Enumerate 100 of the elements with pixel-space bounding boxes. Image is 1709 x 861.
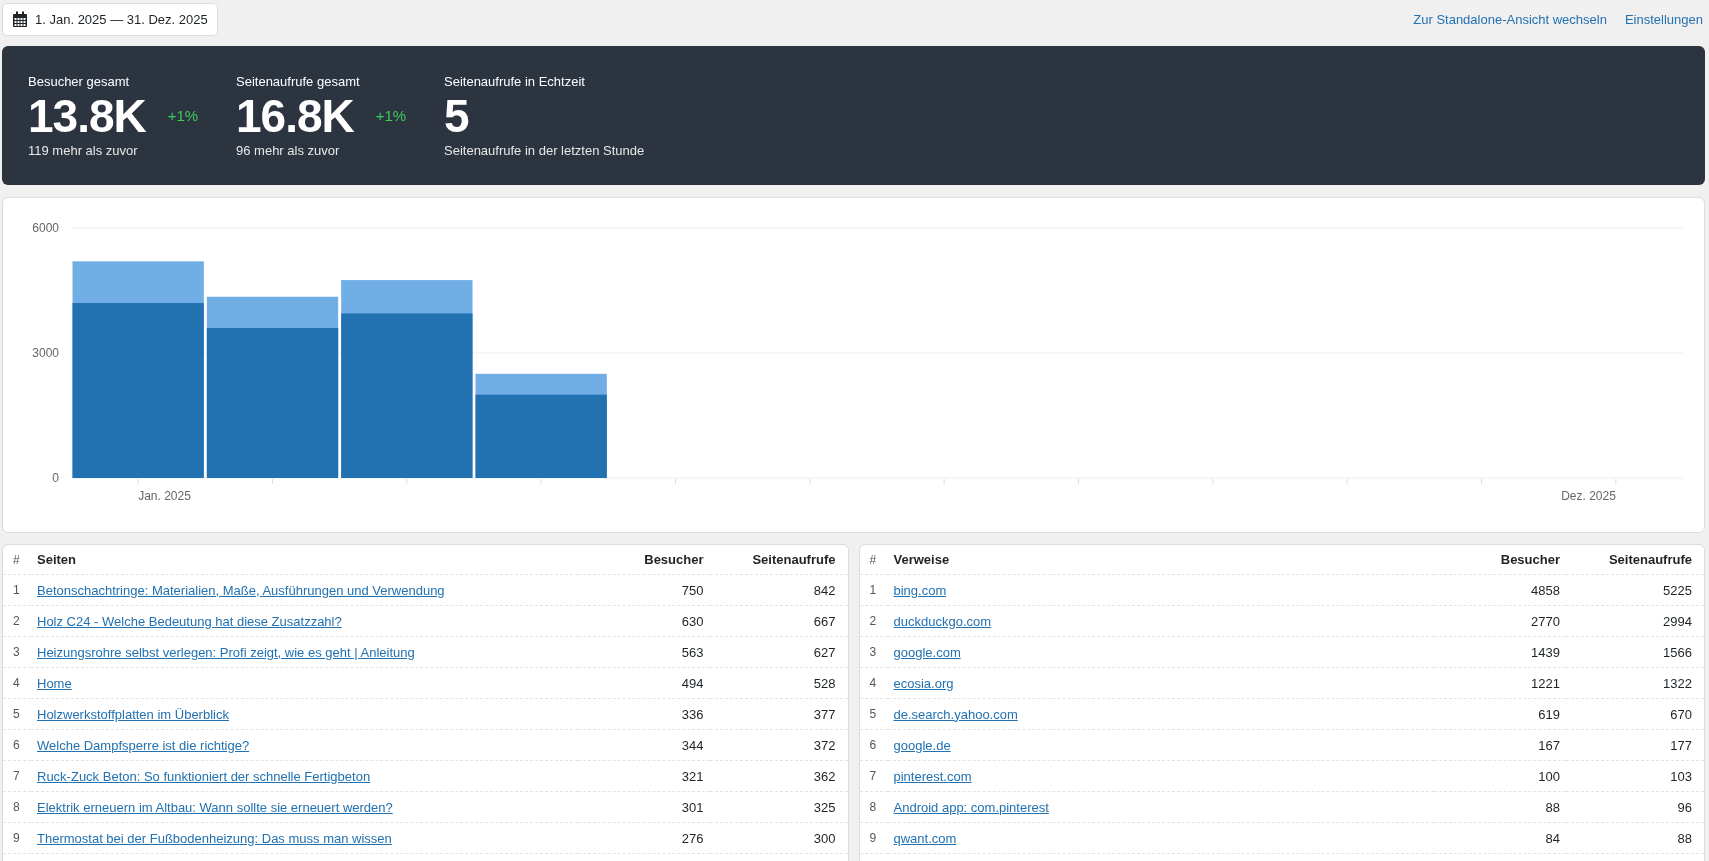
row-number: 6 — [3, 729, 31, 761]
table-cell: 103 — [1566, 760, 1704, 792]
table-cell: 325 — [709, 791, 848, 823]
table-cell: 321 — [577, 760, 710, 792]
row-number: 7 — [859, 760, 888, 792]
table-cell: 301 — [577, 791, 710, 823]
stat-label: Besucher gesamt — [28, 73, 131, 89]
table-cell: 1221 — [1434, 667, 1566, 699]
row-number: 1 — [3, 574, 31, 606]
axis-label: 3000 — [32, 346, 59, 360]
table-cell: 667 — [709, 605, 848, 637]
table-cell: 619 — [1434, 698, 1566, 730]
table-cell: 528 — [709, 667, 848, 699]
row-number: 2 — [859, 605, 888, 637]
stat-change: +1% — [375, 107, 407, 124]
table-cell: 627 — [709, 636, 848, 668]
stat-value: 16.8K — [236, 89, 354, 143]
row-link[interactable]: Heizungsrohre selbst verlegen: Profi zeigt, wie es geht | Anleitung — [37, 644, 415, 660]
row-number: 9 — [859, 822, 888, 854]
table-cell: 362 — [709, 760, 848, 792]
row-number: 5 — [859, 698, 888, 730]
column-header: Besucher — [577, 545, 710, 575]
table-cell: 100 — [1434, 760, 1566, 792]
row-number: 1 — [859, 574, 888, 606]
table-cell: 563 — [577, 636, 710, 668]
row-number: 3 — [859, 636, 888, 668]
row-link[interactable]: google.de — [893, 737, 951, 753]
column-header: Seitenaufrufe — [1566, 545, 1704, 575]
table-cell: 4858 — [1434, 574, 1566, 606]
row-number: 9 — [3, 822, 31, 854]
table-cell: 670 — [1566, 698, 1704, 730]
row-number: 8 — [3, 791, 31, 823]
row-link[interactable]: Thermostat bei der Fußbodenheizung: Das muss man wissen — [37, 830, 392, 846]
row-link[interactable]: duckduckgo.com — [893, 613, 992, 629]
row-number: 4 — [859, 667, 888, 699]
table-cell: 96 — [1566, 791, 1704, 823]
stat-label: Seitenaufrufe in Echtzeit — [444, 73, 586, 89]
column-header: Verweise — [887, 545, 1434, 575]
row-number: 6 — [859, 729, 888, 761]
row-link[interactable]: google.com — [893, 644, 961, 660]
table-cell: 750 — [577, 574, 710, 606]
header-link[interactable]: Einstellungen — [1624, 11, 1703, 27]
stat-note: 96 mehr als zuvor — [236, 142, 341, 158]
table-cell: 630 — [577, 605, 710, 637]
row-number: 5 — [3, 698, 31, 730]
row-link[interactable]: Betonschachtringe: Materialien, Maße, Ausführungen und Verwendung — [37, 582, 445, 598]
row-link[interactable]: qwant.com — [893, 830, 957, 846]
table-cell: 276 — [577, 822, 710, 854]
calendar-icon — [12, 10, 28, 28]
table-cell: 5225 — [1566, 574, 1704, 606]
table-cell: 84 — [1434, 822, 1566, 854]
stat-note: Seitenaufrufe in der letzten Stunde — [444, 142, 646, 158]
row-link[interactable]: pinterest.com — [893, 768, 972, 784]
row-link[interactable]: ecosia.org — [893, 675, 954, 691]
table-cell: 1566 — [1566, 636, 1704, 668]
table-cell: 842 — [709, 574, 848, 606]
table-cell: 300 — [709, 822, 848, 854]
row-number: 3 — [3, 636, 31, 668]
table-cell: 88 — [1566, 822, 1704, 854]
table-cell: 2770 — [1434, 605, 1566, 637]
stat-note: 119 mehr als zuvor — [28, 142, 139, 158]
row-link[interactable]: Holzwerkstoffplatten im Überblick — [37, 706, 229, 722]
header-link[interactable]: Zur Standalone-Ansicht wechseln — [1413, 11, 1607, 27]
table-cell: 377 — [709, 698, 848, 730]
stat-label: Seitenaufrufe gesamt — [236, 73, 361, 89]
row-link[interactable]: Android app: com.pinterest — [893, 799, 1049, 815]
axis-label: 6000 — [32, 221, 59, 235]
table-cell: 336 — [577, 698, 710, 730]
axis-label: 0 — [52, 471, 59, 485]
column-header: Seiten — [31, 545, 578, 575]
row-number: 2 — [3, 605, 31, 637]
stat-value: 5 — [444, 88, 469, 143]
column-header: # — [3, 545, 31, 575]
table-cell: 494 — [577, 667, 710, 699]
row-link[interactable]: Holz C24 - Welche Bedeutung hat diese Zusatzzahl? — [37, 613, 342, 629]
date-range-button[interactable]: 1. Jan. 2025 — 31. Dez. 2025 — [2, 2, 218, 36]
column-header: # — [859, 545, 888, 575]
column-header: Besucher — [1434, 545, 1566, 575]
row-link[interactable]: Home — [37, 675, 72, 691]
axis-label: Dez. 2025 — [1561, 489, 1616, 503]
stat-change: +1% — [167, 107, 199, 124]
axis-label: Jan. 2025 — [138, 489, 191, 503]
table-cell: 167 — [1434, 729, 1566, 761]
table-cell: 1439 — [1434, 636, 1566, 668]
table-cell: 344 — [577, 729, 710, 761]
row-link[interactable]: de.search.yahoo.com — [893, 706, 1018, 722]
row-link[interactable]: Welche Dampfsperre ist die richtige? — [37, 737, 250, 753]
row-link[interactable]: Elektrik erneuern im Altbau: Wann sollte sie erneuert werden? — [37, 799, 393, 815]
table-cell: 1322 — [1566, 667, 1704, 699]
row-number: 7 — [3, 760, 31, 792]
row-number: 8 — [859, 791, 888, 823]
table-cell: 88 — [1434, 791, 1566, 823]
row-link[interactable]: Ruck-Zuck Beton: So funktioniert der schnelle Fertigbeton — [37, 768, 371, 784]
table-cell: 2994 — [1566, 605, 1704, 637]
stat-value: 13.8K — [28, 89, 146, 143]
table-cell: 177 — [1566, 729, 1704, 761]
table-cell: 372 — [709, 729, 848, 761]
row-link[interactable]: bing.com — [893, 582, 947, 598]
row-number: 4 — [3, 667, 31, 699]
column-header: Seitenaufrufe — [709, 545, 848, 575]
